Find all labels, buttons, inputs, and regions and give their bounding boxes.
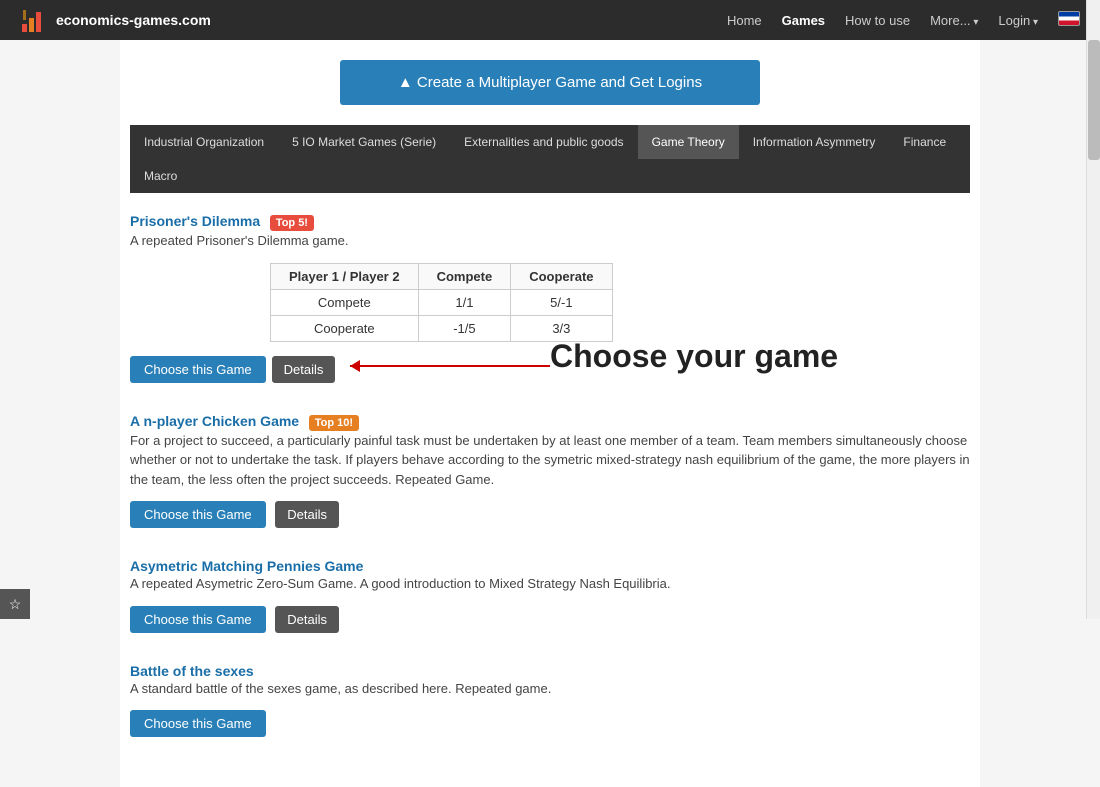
game-description: A repeated Prisoner's Dilemma game. [130, 231, 970, 251]
row2-label: Cooperate [271, 315, 419, 341]
game-title: A n-player Chicken Game Top 10! [130, 413, 970, 431]
game-actions: Choose this Game Details Choose your gam… [130, 356, 335, 383]
row1-label: Compete [271, 289, 419, 315]
game-matching-pennies: Asymetric Matching Pennies Game A repeat… [130, 558, 970, 633]
game-title: Asymetric Matching Pennies Game [130, 558, 970, 574]
create-game-button[interactable]: Create a Multiplayer Game and Get Logins [340, 60, 760, 105]
game-title-text: Asymetric Matching Pennies Game [130, 558, 363, 574]
tab-game-theory[interactable]: Game Theory [638, 125, 739, 159]
bottom-notification[interactable]: ☆ [0, 589, 30, 619]
game-actions-chicken: Choose this Game Details [130, 501, 970, 528]
details-button-pd[interactable]: Details [272, 356, 336, 383]
row1-compete: 1/1 [418, 289, 511, 315]
game-chicken: A n-player Chicken Game Top 10! For a pr… [130, 413, 970, 529]
game-badge: Top 5! [270, 215, 314, 231]
nav-home[interactable]: Home [727, 13, 762, 28]
choose-your-game-label: Choose your game [550, 338, 838, 375]
scrollbar[interactable] [1086, 0, 1100, 619]
nav-more[interactable]: More... [930, 13, 978, 28]
brand: economics-games.com [20, 6, 211, 34]
game-title-text: Prisoner's Dilemma [130, 213, 260, 229]
details-button-mp[interactable]: Details [275, 606, 339, 633]
game-actions-mp: Choose this Game Details [130, 606, 970, 633]
main-content: Create a Multiplayer Game and Get Logins… [120, 40, 980, 787]
nav-how-to-use[interactable]: How to use [845, 13, 910, 28]
game-description: A repeated Asymetric Zero-Sum Game. A go… [130, 574, 970, 594]
row1-cooperate: 5/-1 [511, 289, 612, 315]
details-button-chicken[interactable]: Details [275, 501, 339, 528]
nav-login[interactable]: Login [998, 13, 1038, 28]
logo-icon [20, 6, 48, 34]
tab-info-asymmetry[interactable]: Information Asymmetry [739, 125, 890, 159]
game-badge: Top 10! [309, 415, 359, 431]
tab-io-market[interactable]: 5 IO Market Games (Serie) [278, 125, 450, 159]
brand-text: economics-games.com [56, 12, 211, 28]
game-title-text: A n-player Chicken Game [130, 413, 299, 429]
navbar: economics-games.com Home Games How to us… [0, 0, 1100, 40]
tab-industrial-org[interactable]: Industrial Organization [130, 125, 278, 159]
tab-externalities[interactable]: Externalities and public goods [450, 125, 637, 159]
category-tabs: Industrial Organization 5 IO Market Game… [130, 125, 970, 193]
table-header-players: Player 1 / Player 2 [271, 263, 419, 289]
game-battle-sexes: Battle of the sexes A standard battle of… [130, 663, 970, 738]
payoff-table-wrap: Player 1 / Player 2 Compete Cooperate Co… [270, 263, 970, 342]
tab-macro[interactable]: Macro [130, 159, 191, 193]
game-description: A standard battle of the sexes game, as … [130, 679, 970, 699]
nav-games[interactable]: Games [782, 13, 825, 28]
game-prisoners-dilemma: Prisoner's Dilemma Top 5! A repeated Pri… [130, 213, 970, 383]
payoff-table: Player 1 / Player 2 Compete Cooperate Co… [270, 263, 613, 342]
table-header-compete: Compete [418, 263, 511, 289]
game-title-text: Battle of the sexes [130, 663, 254, 679]
nav-links: Home Games How to use More... Login [727, 11, 1080, 29]
tab-finance[interactable]: Finance [889, 125, 960, 159]
game-actions-bs: Choose this Game [130, 710, 970, 737]
row2-compete: -1/5 [418, 315, 511, 341]
choose-game-button-chicken[interactable]: Choose this Game [130, 501, 266, 528]
table-row: Compete 1/1 5/-1 [271, 289, 613, 315]
game-title: Battle of the sexes [130, 663, 970, 679]
choose-game-button-pd[interactable]: Choose this Game [130, 356, 266, 383]
scrollbar-thumb[interactable] [1088, 40, 1100, 160]
language-flag-icon[interactable] [1058, 11, 1080, 26]
table-header-cooperate: Cooperate [511, 263, 612, 289]
notification-icon: ☆ [9, 596, 22, 613]
choose-game-button-bs[interactable]: Choose this Game [130, 710, 266, 737]
game-title: Prisoner's Dilemma Top 5! [130, 213, 970, 231]
game-description: For a project to succeed, a particularly… [130, 431, 970, 490]
choose-game-button-mp[interactable]: Choose this Game [130, 606, 266, 633]
